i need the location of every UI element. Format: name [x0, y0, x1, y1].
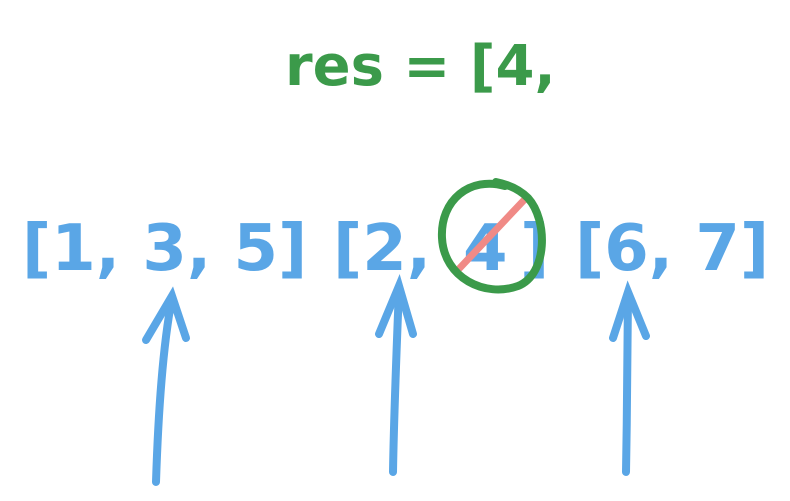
pointer-arrow-1 [142, 286, 190, 486]
merge-diagram: res = [4, [1, 3, 5] [2, 4 ] [6, 7] [0, 0, 790, 501]
pointer-arrow-2 [375, 274, 417, 476]
array-1: [1, 3, 5] [22, 212, 307, 286]
diagram-svg: res = [4, [1, 3, 5] [2, 4 ] [6, 7] [22, 34, 769, 486]
array-2-open: [2, [333, 212, 431, 286]
result-label: res = [4, [285, 34, 556, 99]
pointer-arrow-3 [609, 280, 650, 476]
array-3: [6, 7] [575, 212, 769, 286]
